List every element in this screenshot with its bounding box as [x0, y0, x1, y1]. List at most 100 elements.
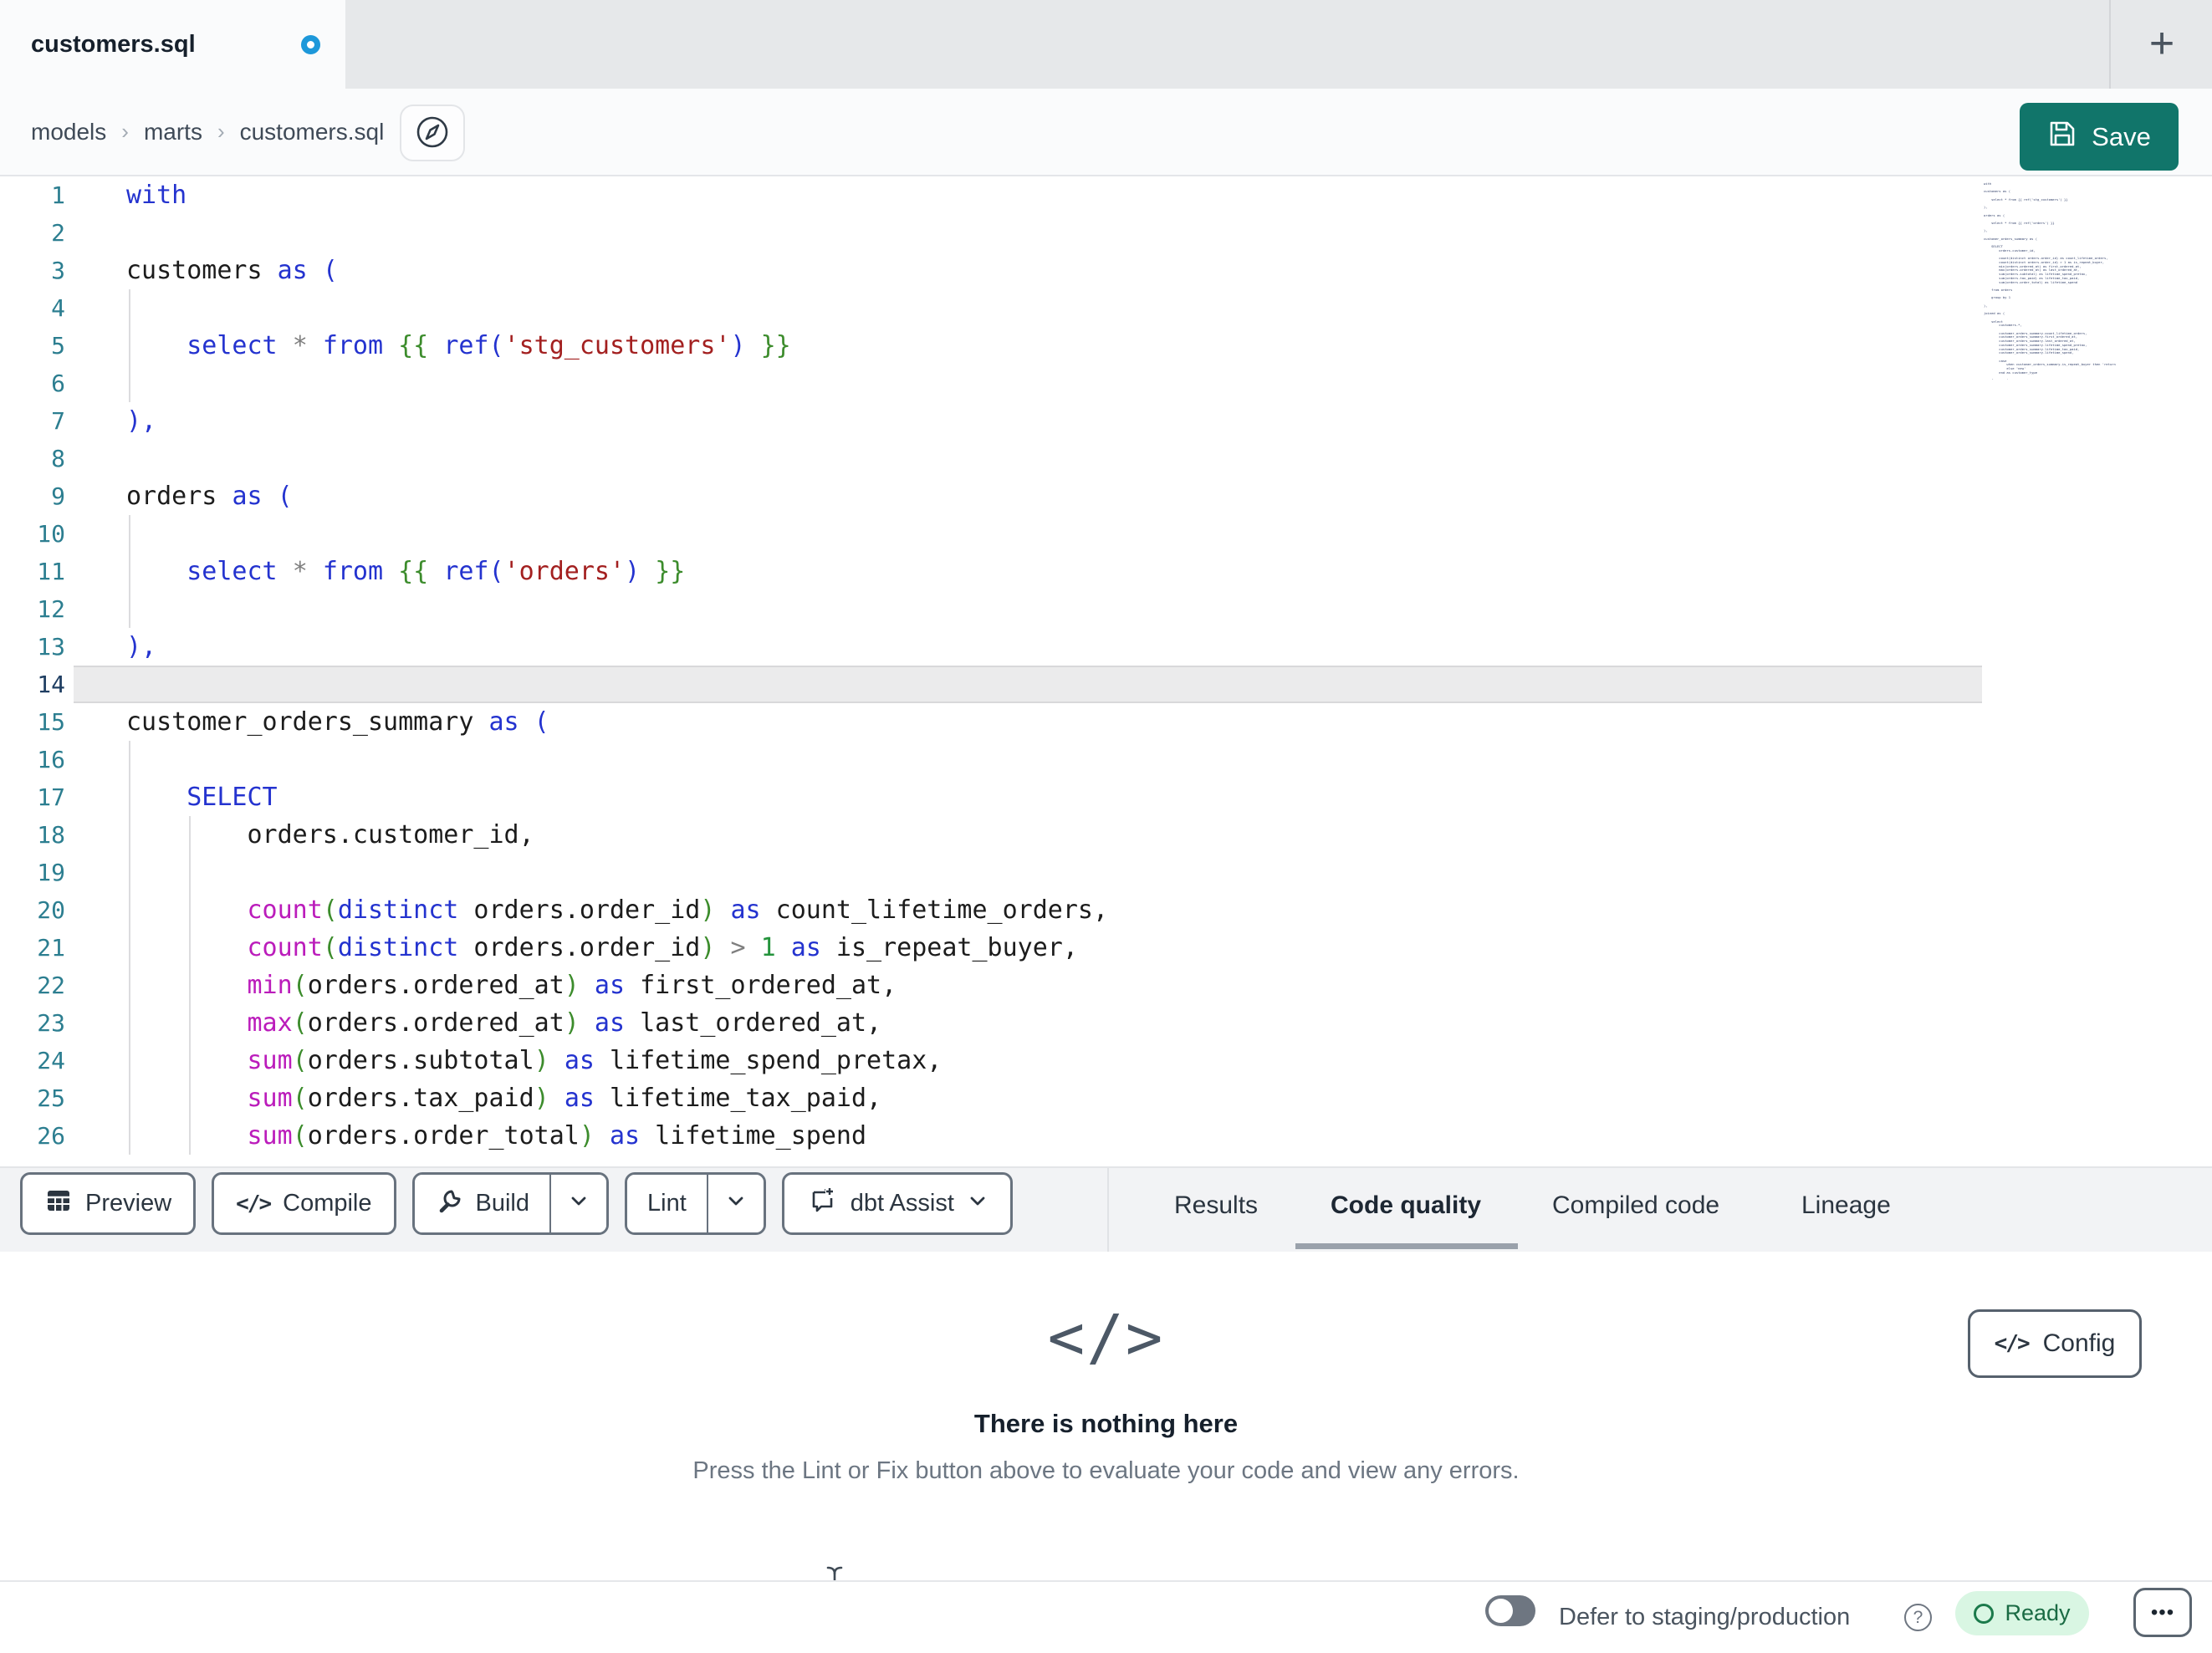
editor-line[interactable]: 5 select * from {{ ref('stg_customers') …	[0, 327, 2212, 365]
chevron-down-icon	[568, 1190, 590, 1218]
editor-toolbar: Preview </> Compile Build Lint dbt Assis…	[0, 1166, 2212, 1252]
lint-button-label: Lint	[647, 1190, 687, 1217]
tab-customers-sql[interactable]: customers.sql	[0, 0, 345, 89]
status-bar: Defer to staging/production ? Ready •••	[0, 1580, 2212, 1653]
code-line-text: orders.customer_id,	[126, 820, 534, 849]
breadcrumb: models › marts › customers.sql	[31, 89, 384, 175]
code-line-text: ),	[126, 632, 157, 661]
editor-line[interactable]: 13),	[0, 628, 2212, 666]
status-badge-label: Ready	[2005, 1600, 2071, 1625]
code-line-text	[65, 741, 126, 778]
help-icon[interactable]: ?	[1904, 1604, 1932, 1631]
status-badge: Ready	[1955, 1591, 2089, 1635]
code-line-text	[65, 365, 126, 402]
editor-line[interactable]: 21 count(distinct orders.order_id) > 1 a…	[0, 929, 2212, 967]
table-icon	[44, 1186, 73, 1222]
code-line-text: min(orders.ordered_at) as first_ordered_…	[247, 971, 897, 1000]
editor-line[interactable]: 10	[0, 515, 2212, 553]
editor-line[interactable]: 20 count(distinct orders.order_id) as co…	[0, 891, 2212, 929]
file-header-bar: models › marts › customers.sql Save	[0, 89, 2212, 176]
code-line-text: select * from {{ ref('stg_customers') }}	[186, 331, 791, 360]
code-line-text: count(distinct orders.order_id) > 1 as i…	[247, 933, 1078, 962]
line-number: 4	[51, 294, 65, 322]
toolbar-divider	[1107, 1168, 1109, 1252]
indent-guide	[129, 854, 130, 891]
chevron-down-icon	[967, 1190, 989, 1218]
save-button[interactable]: Save	[2020, 103, 2179, 171]
line-number: 20	[37, 896, 65, 924]
compile-button[interactable]: </> Compile	[212, 1172, 396, 1235]
indent-guide	[129, 590, 130, 628]
line-number: 3	[51, 257, 65, 284]
breadcrumb-item-models[interactable]: models	[31, 119, 106, 145]
code-icon: </>	[1047, 1302, 1165, 1374]
editor-line[interactable]: 1 with	[0, 176, 2212, 214]
defer-label: Defer to staging/production	[1559, 1604, 1851, 1630]
lint-options-button[interactable]	[706, 1175, 764, 1232]
tab-results[interactable]: Results	[1174, 1182, 1258, 1228]
line-number: 14	[37, 671, 65, 698]
code-line-text: count(distinct orders.order_id) as count…	[247, 895, 1109, 925]
code-line-text: orders as (	[126, 482, 293, 511]
editor-line[interactable]: 2	[0, 214, 2212, 252]
compile-button-label: Compile	[283, 1190, 372, 1217]
line-number: 22	[37, 972, 65, 999]
defer-toggle[interactable]	[1485, 1595, 1535, 1626]
preview-button[interactable]: Preview	[20, 1172, 197, 1235]
results-panel: </> Config </> There is nothing here Pre…	[0, 1252, 2212, 1580]
unsaved-changes-icon[interactable]	[301, 34, 320, 54]
editor-line[interactable]: 18 orders.customer_id,	[0, 816, 2212, 854]
chevron-down-icon	[725, 1190, 747, 1218]
editor-line[interactable]: 8	[0, 440, 2212, 477]
editor-line[interactable]: 7),	[0, 402, 2212, 440]
editor-line[interactable]: 24 sum(orders.subtotal) as lifetime_spen…	[0, 1042, 2212, 1079]
breadcrumb-item-marts[interactable]: marts	[144, 119, 202, 145]
dbt-assist-button[interactable]: dbt Assist	[781, 1172, 1013, 1235]
editor-line[interactable]: 14	[0, 666, 2212, 703]
editor-line[interactable]: 15 customer_orders_summary as (	[0, 703, 2212, 741]
editor-line[interactable]: 17 SELECT	[0, 778, 2212, 816]
editor-line[interactable]: 19	[0, 854, 2212, 891]
breadcrumb-item-file: customers.sql	[239, 118, 385, 145]
line-number: 21	[37, 934, 65, 962]
line-number: 8	[51, 445, 65, 472]
editor-line[interactable]: 3 customers as (	[0, 252, 2212, 289]
explore-file-button[interactable]	[400, 105, 465, 161]
editor-line[interactable]: 26 sum(orders.order_total) as lifetime_s…	[0, 1117, 2212, 1155]
code-editor[interactable]: 1 with 2 3 customers as ( 4 5 select * from {{…	[0, 176, 2212, 1166]
editor-line[interactable]: 6	[0, 365, 2212, 402]
tab-title: customers.sql	[31, 30, 196, 58]
editor-line[interactable]: 9 orders as (	[0, 477, 2212, 515]
tab-lineage[interactable]: Lineage	[1801, 1182, 1891, 1228]
toggle-knob	[1489, 1599, 1513, 1623]
line-number: 10	[37, 520, 65, 548]
wrench-icon	[435, 1186, 463, 1222]
editor-line[interactable]: 25 sum(orders.tax_paid) as lifetime_tax_…	[0, 1079, 2212, 1117]
line-number: 5	[51, 332, 65, 360]
compass-icon	[414, 114, 451, 153]
editor-line[interactable]: 23 max(orders.ordered_at) as last_ordere…	[0, 1004, 2212, 1042]
editor-line[interactable]: 4	[0, 289, 2212, 327]
editor-line[interactable]: 12	[0, 590, 2212, 628]
build-options-button[interactable]	[549, 1175, 606, 1232]
editor-line[interactable]: 16	[0, 741, 2212, 778]
active-tab-underline	[1295, 1243, 1518, 1249]
tab-code-quality[interactable]: Code quality	[1331, 1182, 1481, 1228]
new-tab-button[interactable]: +	[2129, 11, 2194, 76]
code-line-text: SELECT	[186, 783, 278, 812]
empty-state-title: There is nothing here	[973, 1409, 1239, 1438]
code-line-text	[65, 590, 126, 628]
tab-bar-divider	[2109, 0, 2111, 89]
editor-line[interactable]: 22 min(orders.ordered_at) as first_order…	[0, 967, 2212, 1004]
more-options-button[interactable]: •••	[2133, 1588, 2192, 1637]
lint-button[interactable]: Lint	[627, 1175, 707, 1232]
save-disk-icon	[2047, 119, 2077, 156]
minimap[interactable]: with customers as ( select * from {{ ref…	[1984, 182, 2116, 380]
line-number: 18	[37, 821, 65, 849]
editor-line[interactable]: 11 select * from {{ ref('orders') }}	[0, 553, 2212, 590]
tab-compiled-code[interactable]: Compiled code	[1552, 1182, 1719, 1228]
code-line-text: customers as (	[126, 256, 338, 285]
line-number: 11	[37, 558, 65, 585]
line-number: 26	[37, 1122, 65, 1150]
build-button[interactable]: Build	[414, 1175, 549, 1232]
